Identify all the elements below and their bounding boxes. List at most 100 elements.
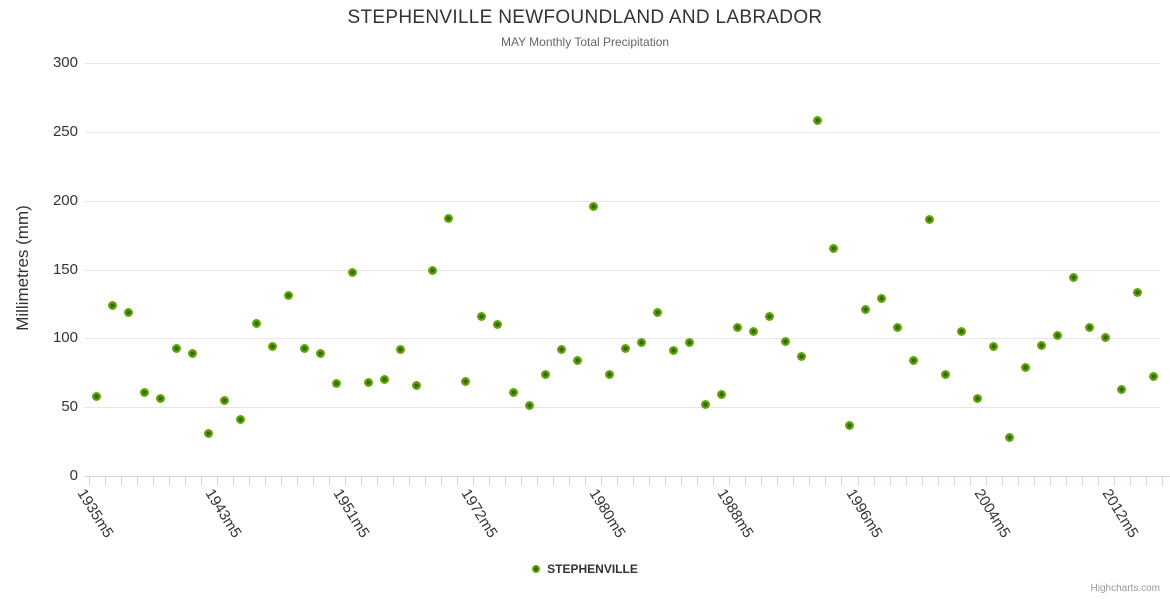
data-point[interactable] <box>780 336 790 346</box>
data-point[interactable] <box>1117 384 1127 394</box>
data-point[interactable] <box>428 266 438 276</box>
data-point[interactable] <box>828 244 838 254</box>
data-point[interactable] <box>668 346 678 356</box>
data-point[interactable] <box>732 322 742 332</box>
data-point[interactable] <box>684 338 694 347</box>
x-axis-tick <box>328 477 330 486</box>
data-point[interactable] <box>1101 332 1111 342</box>
data-point[interactable] <box>844 420 854 430</box>
y-gridline <box>85 338 1160 340</box>
legend-label[interactable]: STEPHENVILLE <box>547 562 638 576</box>
y-gridline <box>85 407 1160 409</box>
data-point[interactable] <box>476 311 486 321</box>
data-point[interactable] <box>1069 273 1079 283</box>
data-point[interactable] <box>284 291 294 301</box>
x-axis-tick <box>953 477 955 486</box>
data-point[interactable] <box>316 349 326 358</box>
data-point[interactable] <box>124 307 133 317</box>
data-point[interactable] <box>620 343 630 353</box>
x-axis-tick <box>264 477 266 486</box>
data-point[interactable] <box>861 304 870 314</box>
x-axis-tick <box>456 477 458 486</box>
x-axis-tick <box>969 477 971 486</box>
data-point[interactable] <box>252 318 262 328</box>
data-point[interactable] <box>652 307 662 317</box>
x-axis-tick <box>697 477 699 486</box>
data-point[interactable] <box>444 214 454 224</box>
x-axis-tick <box>761 477 763 486</box>
data-point[interactable] <box>764 311 774 321</box>
data-point[interactable] <box>556 344 566 354</box>
data-point[interactable] <box>380 375 390 385</box>
x-axis-tick <box>360 477 362 486</box>
data-point[interactable] <box>957 326 967 336</box>
data-point[interactable] <box>572 355 582 365</box>
y-axis-label: 50 <box>61 398 78 416</box>
x-axis-label: 1935m5 <box>73 486 117 541</box>
data-point[interactable] <box>1149 372 1159 382</box>
data-point[interactable] <box>204 428 214 438</box>
data-point[interactable] <box>941 369 951 379</box>
x-axis-tick <box>1113 477 1115 486</box>
x-axis-label: 1972m5 <box>457 486 501 541</box>
x-axis-tick <box>216 477 218 486</box>
data-point[interactable] <box>909 355 918 365</box>
data-point[interactable] <box>236 415 246 425</box>
highcharts-credits-link[interactable]: Highcharts.com <box>1091 583 1160 594</box>
data-point[interactable] <box>492 320 502 330</box>
data-point[interactable] <box>268 342 278 352</box>
data-point[interactable] <box>1037 340 1047 350</box>
data-point[interactable] <box>300 343 310 353</box>
data-point[interactable] <box>716 390 726 400</box>
x-axis-label: 1988m5 <box>713 486 758 541</box>
data-point[interactable] <box>396 344 406 354</box>
data-point[interactable] <box>1005 433 1015 442</box>
data-point[interactable] <box>332 379 342 389</box>
data-point[interactable] <box>188 349 198 358</box>
data-point[interactable] <box>989 342 999 352</box>
data-point[interactable] <box>1085 322 1095 332</box>
data-point[interactable] <box>700 399 710 409</box>
x-axis-label: 1996m5 <box>842 486 886 541</box>
data-point[interactable] <box>524 401 534 411</box>
data-point[interactable] <box>156 394 166 404</box>
data-point[interactable] <box>460 376 470 386</box>
data-point[interactable] <box>92 391 101 401</box>
data-point[interactable] <box>108 300 117 310</box>
data-point[interactable] <box>508 387 518 397</box>
data-point[interactable] <box>748 326 758 336</box>
data-point[interactable] <box>877 293 886 303</box>
x-axis-tick <box>1017 477 1019 486</box>
y-axis-label: 200 <box>52 191 78 209</box>
x-axis-tick <box>729 477 731 486</box>
data-point[interactable] <box>796 351 806 361</box>
data-point[interactable] <box>812 116 822 126</box>
data-point[interactable] <box>1021 362 1031 372</box>
data-point[interactable] <box>1133 288 1143 298</box>
x-axis-tick <box>1049 477 1051 486</box>
data-point[interactable] <box>973 394 983 404</box>
data-point[interactable] <box>172 343 182 353</box>
y-axis-label: 250 <box>52 122 78 140</box>
x-axis-tick <box>905 477 907 486</box>
x-axis-tick <box>1129 477 1131 486</box>
x-axis-tick <box>873 477 875 486</box>
x-axis-tick <box>408 477 410 486</box>
data-point[interactable] <box>893 322 902 332</box>
x-axis-tick <box>473 477 474 486</box>
data-point[interactable] <box>364 377 374 387</box>
legend[interactable]: STEPHENVILLE <box>0 562 1170 576</box>
data-point[interactable] <box>348 267 358 277</box>
data-point[interactable] <box>925 215 934 225</box>
data-point[interactable] <box>140 387 150 397</box>
x-axis-tick <box>633 477 635 486</box>
data-point[interactable] <box>636 338 646 347</box>
data-point[interactable] <box>540 369 550 379</box>
data-point[interactable] <box>220 395 230 405</box>
x-axis-tick <box>232 477 234 486</box>
data-point[interactable] <box>588 201 598 211</box>
data-point[interactable] <box>412 380 422 390</box>
x-axis-tick <box>745 477 747 486</box>
x-axis-tick <box>152 477 154 486</box>
data-point[interactable] <box>604 369 614 379</box>
